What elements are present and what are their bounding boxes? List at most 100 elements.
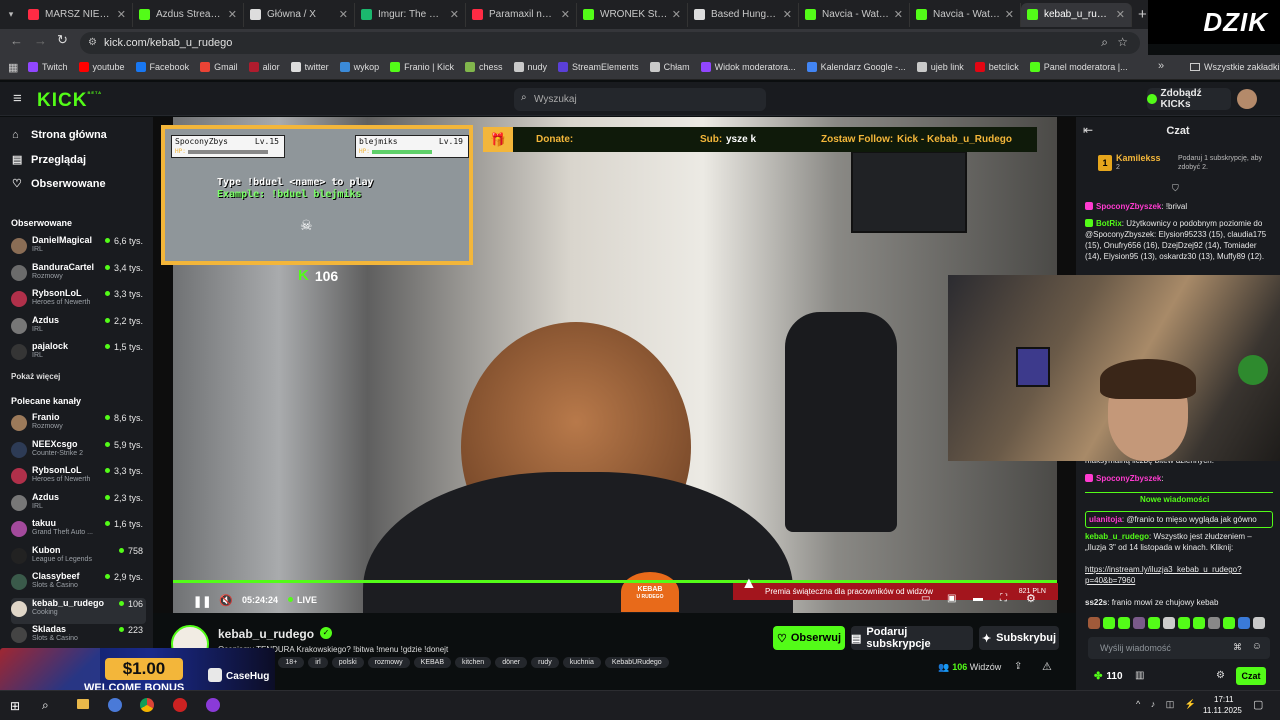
channel-name[interactable]: kebab_u_rudego (218, 627, 314, 641)
channel-item[interactable]: Azdus IRL 2,3 tys. (11, 492, 146, 518)
emote-icon[interactable] (1088, 617, 1100, 629)
emote-icon[interactable] (1178, 617, 1190, 629)
chat-username[interactable]: kebab_u_rudego (1085, 532, 1149, 541)
theater-icon[interactable]: ▬ (973, 593, 983, 604)
browser-tab[interactable]: WRONEK Stream ✕ (577, 2, 688, 27)
gift-command-icon[interactable]: ⌘ (1233, 642, 1242, 653)
tab-close-icon[interactable]: ✕ (450, 8, 459, 21)
emoji-icon[interactable]: ☺ (1252, 641, 1262, 652)
subscribe-button[interactable]: ✦ Subskrybuj (979, 626, 1059, 650)
bookmark-item[interactable]: chess (465, 62, 503, 72)
channel-item[interactable]: Classybeef Slots & Casino 2,9 tys. (11, 571, 146, 597)
mute-icon[interactable]: 🔇 (219, 594, 233, 607)
chat-settings-icon[interactable]: ⚙ (1216, 670, 1225, 681)
chrome-icon[interactable] (140, 698, 154, 712)
tab-close-icon[interactable]: ✕ (783, 8, 792, 21)
channel-item[interactable]: RybsonLoL Heroes of Newerth 3,3 tys. (11, 288, 146, 314)
bookmark-item[interactable]: alior (248, 62, 280, 72)
bookmark-item[interactable]: Panel moderatora |... (1029, 62, 1128, 72)
browser-tab[interactable]: Based Hungary w ✕ (688, 2, 799, 27)
filter-icon[interactable]: ⛉ (1172, 183, 1179, 194)
notifications-icon[interactable]: ▢ (1253, 698, 1263, 711)
url-bar[interactable]: ⚙ kick.com/kebab_u_rudego ⌕ ☆ (80, 32, 1140, 54)
show-more-followed[interactable]: Pokaż więcej (11, 372, 60, 381)
emote-icon[interactable] (1238, 617, 1250, 629)
chat-username[interactable]: SpoconyZbyszek (1096, 202, 1161, 211)
store-icon[interactable]: ▥ (1135, 670, 1144, 681)
browser-tab[interactable]: Navcia - Watch cl ✕ (799, 2, 910, 27)
chat-username[interactable]: ulanitoja (1089, 515, 1122, 524)
channel-item[interactable]: Skladas Slots & Casino 223 (11, 624, 146, 650)
bookmark-item[interactable]: Chłam (649, 62, 690, 72)
browser-tab[interactable]: Imgur: The magic ✕ (355, 2, 466, 27)
tab-close-icon[interactable]: ✕ (228, 8, 237, 21)
tab-close-icon[interactable]: ✕ (1116, 8, 1125, 21)
bookmarks-overflow-icon[interactable]: » (1158, 60, 1164, 72)
channel-item[interactable]: Kubon League of Legends 758 (11, 545, 146, 571)
tab-close-icon[interactable]: ✕ (117, 8, 126, 21)
channel-item[interactable]: BanduraCartel Rozmowy 3,4 tys. (11, 262, 146, 288)
stream-tag[interactable]: polski (331, 657, 364, 668)
emote-icon[interactable] (1103, 617, 1115, 629)
points-display[interactable]: ✤ 110 (1094, 671, 1123, 682)
stream-tag[interactable]: KebabURudego (604, 657, 669, 668)
sidebar-nav-item[interactable]: ♡ Obserwowane (12, 177, 106, 191)
channel-item[interactable]: Franio Rozmowy 8,6 tys. (11, 412, 146, 438)
stream-tag[interactable]: kuchnia (562, 657, 601, 668)
bookmark-item[interactable]: Gmail (200, 62, 238, 72)
taskbar-search-icon[interactable]: ⌕ (42, 698, 49, 713)
emote-icon[interactable] (1118, 617, 1130, 629)
chat-username[interactable]: ss22s (1085, 598, 1107, 607)
taskbar-app3-icon[interactable] (206, 698, 220, 712)
zoom-icon[interactable]: ⌕ (1101, 35, 1108, 50)
taskbar-app-icon[interactable] (108, 698, 122, 712)
back-arrow-icon[interactable]: ← (10, 33, 23, 48)
follow-button[interactable]: ♡ Obserwuj (773, 626, 845, 650)
taskbar-app2-icon[interactable] (173, 698, 187, 712)
channel-item[interactable]: Azdus IRL 2,2 tys. (11, 315, 146, 341)
stream-tag[interactable]: KEBAB (413, 657, 452, 668)
clip-icon[interactable]: ▣ (947, 593, 956, 604)
share-icon[interactable]: ⇪ (1014, 661, 1022, 672)
stream-tag[interactable]: rudy (531, 657, 559, 668)
stream-tag[interactable]: döner (495, 657, 528, 668)
sidebar-nav-item[interactable]: ⌂ Strona główna (12, 129, 107, 141)
bookmark-item[interactable]: ujeb link (916, 62, 964, 72)
channel-item[interactable]: NEEXcsgo Counter-Strike 2 5,9 tys. (11, 439, 146, 465)
tab-close-icon[interactable]: ✕ (561, 8, 570, 21)
stream-tag[interactable]: irl (308, 657, 328, 668)
stream-tag[interactable]: rozmowy (367, 657, 410, 668)
emote-icon[interactable] (1223, 617, 1235, 629)
emote-icon[interactable] (1148, 617, 1160, 629)
bookmark-item[interactable]: Twitch (28, 62, 68, 72)
bookmark-item[interactable]: Kalendarz Google -... (806, 62, 906, 72)
bookmark-item[interactable]: Facebook (135, 62, 189, 72)
emote-icon[interactable] (1163, 617, 1175, 629)
user-avatar[interactable] (1237, 89, 1257, 109)
sidebar-nav-item[interactable]: ▤ Przeglądaj (12, 153, 86, 167)
tab-close-icon[interactable]: ✕ (1005, 8, 1014, 21)
windows-start-icon[interactable]: ⊞ (10, 699, 20, 713)
all-bookmarks-folder[interactable]: Wszystkie zakładki (1190, 62, 1280, 72)
chat-username[interactable]: SpoconyZbyszek (1096, 474, 1161, 483)
reload-icon[interactable]: ↻ (57, 32, 68, 48)
channel-item[interactable]: DanielMagical IRL 6,6 tys. (11, 235, 146, 261)
channel-item[interactable]: pajalock IRL 1,5 tys. (11, 341, 146, 367)
emote-icon[interactable] (1133, 617, 1145, 629)
pinned-user[interactable]: Kamilekss (1116, 153, 1161, 163)
hamburger-menu-icon[interactable]: ≡ (13, 90, 22, 107)
browser-tab[interactable]: Paramaxil najleps ✕ (466, 2, 577, 27)
bookmark-item[interactable]: nudy (513, 62, 547, 72)
gift-subs-button[interactable]: ▤ Podaruj subskrypcje (851, 626, 973, 650)
fullscreen-icon[interactable]: ⛶ (1000, 593, 1007, 604)
tray-icons[interactable]: ^ ♪ ◫ ⚡ (1136, 699, 1200, 710)
apps-grid-icon[interactable]: ▦ (8, 61, 18, 74)
channel-item[interactable]: takuu Grand Theft Auto ... 1,6 tys. (11, 518, 146, 544)
browser-tab[interactable]: kebab_u_rudego ✕ (1021, 2, 1132, 27)
bookmark-item[interactable]: twitter (290, 62, 329, 72)
tab-close-icon[interactable]: ✕ (672, 8, 681, 21)
channel-item[interactable]: RybsonLoL Heroes of Newerth 3,3 tys. (11, 465, 146, 491)
stream-tag[interactable]: kitchen (455, 657, 492, 668)
new-tab-button[interactable]: + (1138, 6, 1147, 23)
browser-tab[interactable]: Główna / X ✕ (244, 2, 355, 27)
